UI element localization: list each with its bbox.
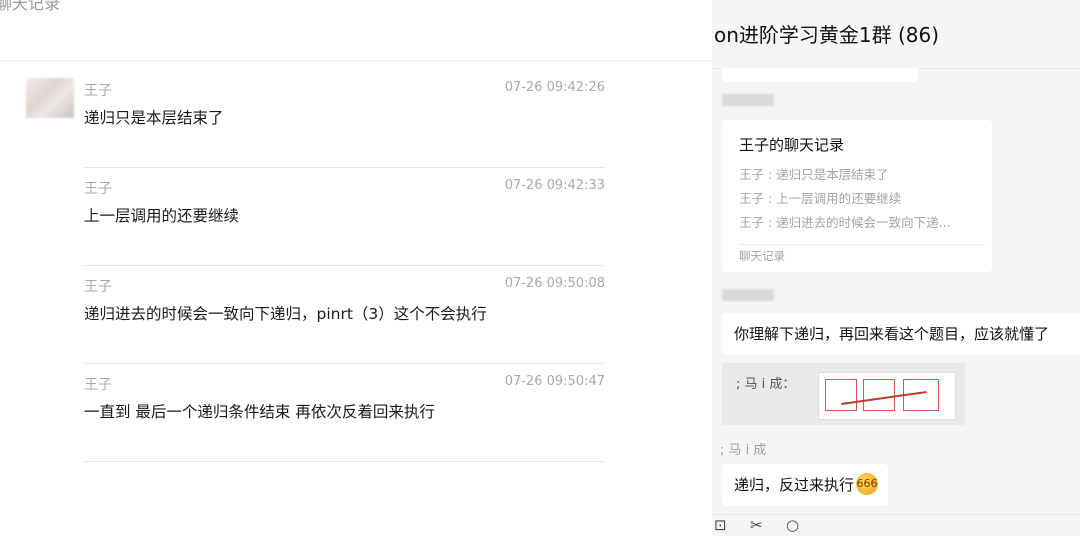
- record-card-line: 王子 : 递归只是本层结束了: [739, 167, 889, 182]
- message-time: 07-26 09:50:08: [504, 276, 605, 291]
- message-text: 递归只是本层结束了: [84, 109, 224, 127]
- divider: [739, 244, 985, 245]
- message-sender[interactable]: 王子: [84, 178, 112, 198]
- chat-record-card[interactable]: 王子的聊天记录 王子 : 递归只是本层结束了 王子 : 上一层调用的还要继续 王…: [722, 120, 992, 272]
- chat-record-window: 聊天记录 王子 07-26 09:42:26 递归只是本层结束了 王子 07-2…: [0, 0, 712, 536]
- message-text: 递归，反过来执行: [734, 476, 855, 494]
- record-window-header: 聊天记录: [0, 0, 712, 61]
- sender-name: ; 马 i 成: [720, 443, 767, 458]
- message-text: 一直到 最后一个递归条件结束 再依次反着回来执行: [84, 403, 435, 421]
- thumb-box: [825, 379, 857, 411]
- divider: [84, 461, 605, 462]
- message-time: 07-26 09:50:47: [504, 374, 605, 389]
- screenshot-icon[interactable]: ⊡: [714, 516, 727, 534]
- message-bubble[interactable]: 你理解下递归，再回来看这个题目，应该就懂了: [722, 313, 1080, 355]
- record-card-title: 王子的聊天记录: [739, 136, 845, 154]
- diagram-thumbnail[interactable]: [818, 372, 956, 420]
- record-message: 王子 07-26 09:50:08 递归进去的时候会一致向下递归，pinrt（3…: [84, 266, 605, 364]
- message-bubble[interactable]: [722, 68, 918, 82]
- chat-bubble-icon[interactable]: ○: [786, 516, 799, 534]
- record-window-title: 聊天记录: [0, 0, 61, 13]
- image-caption: ; 马 i 成：: [736, 377, 796, 392]
- avatar[interactable]: [26, 78, 74, 118]
- message-sender[interactable]: 王子: [84, 80, 112, 100]
- record-message: 王子 07-26 09:42:33 上一层调用的还要继续: [84, 168, 605, 266]
- record-card-line: 王子 : 上一层调用的还要继续: [739, 191, 902, 206]
- input-toolbar: [712, 514, 1080, 536]
- message-text: 递归进去的时候会一致向下递归，pinrt（3）这个不会执行: [84, 305, 487, 323]
- group-title[interactable]: on进阶学习黄金1群 (86): [714, 19, 939, 48]
- message-text: 上一层调用的还要继续: [84, 207, 240, 225]
- record-message: 王子 07-26 09:42:26 递归只是本层结束了: [84, 70, 605, 168]
- sender-name-blurred: [722, 289, 774, 301]
- message-time: 07-26 09:42:26: [504, 80, 605, 95]
- emoji-icon: 666: [856, 472, 879, 495]
- image-message[interactable]: ; 马 i 成：: [722, 363, 965, 425]
- group-chat-window: on进阶学习黄金1群 (86) 王子的聊天记录 王子 : 递归只是本层结束了 王…: [712, 0, 1080, 536]
- sender-name-blurred: [722, 94, 774, 106]
- record-card-footer: 聊天记录: [739, 249, 785, 263]
- scissors-icon[interactable]: ✂: [750, 516, 763, 534]
- message-bubble[interactable]: 递归，反过来执行 666: [722, 464, 889, 506]
- message-sender[interactable]: 王子: [84, 276, 112, 296]
- message-sender[interactable]: 王子: [84, 374, 112, 394]
- chat-header: on进阶学习黄金1群 (86): [712, 0, 1080, 69]
- record-card-line: 王子 : 递归进去的时候会一致向下递...: [739, 215, 951, 230]
- message-time: 07-26 09:42:33: [504, 178, 605, 193]
- record-message: 王子 07-26 09:50:47 一直到 最后一个递归条件结束 再依次反着回来…: [84, 364, 605, 462]
